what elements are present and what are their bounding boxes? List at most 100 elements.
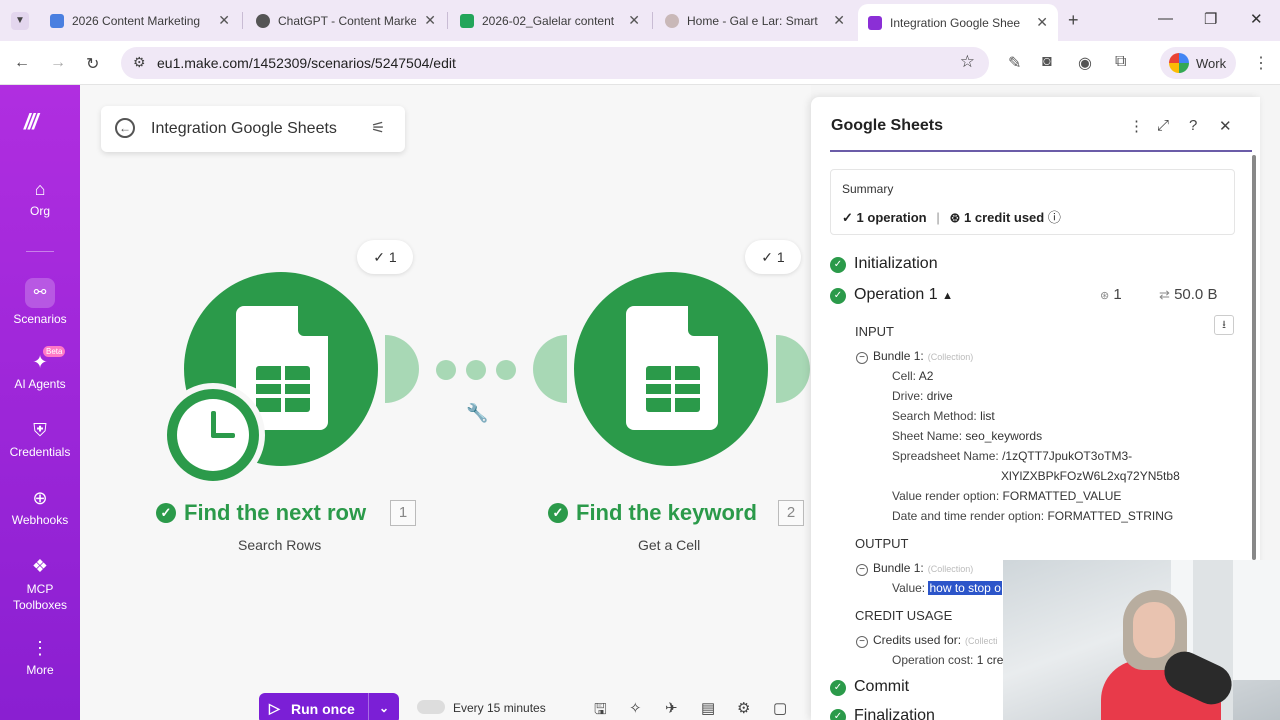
step-operation[interactable]: ✓ Operation 1 ▲ (830, 286, 953, 304)
make-logo-icon[interactable]: /// (24, 109, 38, 135)
profile-label: Work (1196, 55, 1227, 71)
gear-icon[interactable]: ⚙ (737, 699, 750, 717)
tab-search-icon[interactable]: ▼ (11, 12, 29, 30)
sidebar-item-more[interactable]: ⋮ More (0, 638, 80, 677)
bookmark-star-icon[interactable]: ☆ (960, 52, 975, 72)
browser-tab[interactable]: Home - Gal e Lar: Smart ✕ (655, 8, 855, 33)
credits-used-for[interactable]: − Credits used for: (Collecti (856, 633, 998, 648)
module-connector-left[interactable] (533, 335, 567, 403)
back-circle-icon[interactable]: ← (115, 118, 135, 138)
module-ops-badge[interactable]: ✓ 1 (357, 240, 413, 274)
download-icon[interactable]: ⭳ (1214, 315, 1234, 335)
success-check-icon: ✓ (830, 680, 846, 696)
step-initialization[interactable]: ✓ Initialization (830, 255, 938, 273)
success-check-icon: ✓ (156, 503, 176, 523)
step-commit[interactable]: ✓ Commit (830, 678, 909, 696)
beta-badge: Beta (43, 346, 66, 357)
summary-values: ✓ 1 operation | ⊛ 1 credit used ⓘ (842, 210, 1061, 225)
tab-close-icon[interactable]: ✕ (1036, 14, 1048, 31)
new-tab-icon[interactable]: + (1068, 10, 1079, 31)
route-dot[interactable] (436, 360, 456, 380)
forward-arrow-icon[interactable]: → (50, 54, 66, 72)
minimize-icon[interactable]: — (1158, 10, 1173, 27)
success-check-icon: ✓ (830, 709, 846, 720)
browser-tab[interactable]: ChatGPT - Content Marke ✕ (246, 8, 446, 33)
toggle-switch[interactable] (417, 700, 445, 714)
scenario-canvas[interactable]: ← Integration Google Sheets ⚟ ✓ 1 ✓ Find … (80, 85, 811, 720)
sidebar-item-credentials[interactable]: ⛨ Credentials (0, 420, 80, 459)
sidebar-item-webhooks[interactable]: ⊕ Webhooks (0, 488, 80, 527)
collapse-icon[interactable]: − (856, 352, 868, 364)
schedule-toggle[interactable]: Every 15 minutes (417, 700, 546, 715)
check-icon: ✓ (761, 249, 774, 265)
extensions-puzzle-icon[interactable]: ⧉ (1115, 53, 1126, 71)
sheets-favicon-icon (460, 13, 474, 28)
settings-sliders-icon[interactable]: ⚟ (371, 118, 385, 138)
tab-close-icon[interactable]: ✕ (833, 12, 845, 29)
input-bundle[interactable]: − Bundle 1: (Collection) (856, 349, 973, 364)
tab-separator (242, 12, 243, 29)
transfer-arrows-icon: ⇄ (1159, 287, 1170, 302)
module-name[interactable]: ✓ Find the keyword (548, 500, 757, 526)
tab-close-icon[interactable]: ✕ (424, 12, 436, 29)
module-connector-right[interactable] (776, 335, 810, 403)
window-close-icon[interactable]: ✕ (1250, 10, 1263, 28)
webcam-overlay (1003, 560, 1280, 720)
browser-tab[interactable]: 2026-02_Galelar content ✕ (450, 8, 650, 33)
panel-scrollbar[interactable] (1252, 155, 1256, 560)
route-dot[interactable] (466, 360, 486, 380)
camera-icon[interactable]: ◙ (1042, 53, 1052, 71)
summary-box: Summary ✓ 1 operation | ⊛ 1 credit used … (830, 169, 1235, 235)
output-bundle[interactable]: − Bundle 1: (Collection) (856, 561, 973, 576)
module-connector-right[interactable] (385, 335, 419, 403)
google-sheets-module[interactable] (574, 272, 768, 466)
restore-icon[interactable]: ❐ (1204, 10, 1217, 28)
profile-button[interactable]: Work (1160, 47, 1236, 79)
address-bar[interactable]: ⚙ eu1.make.com/1452309/scenarios/5247504… (121, 47, 989, 79)
chevron-down-icon[interactable]: ⌄ (368, 693, 399, 720)
browser-menu-icon[interactable]: ⋮ (1253, 53, 1269, 73)
input-field: Spreadsheet Name: /1zQTT7JpukOT3oTM3- (892, 449, 1133, 463)
tab-close-icon[interactable]: ✕ (218, 12, 230, 29)
help-icon[interactable]: ? (1189, 117, 1197, 134)
scenario-title[interactable]: Integration Google Sheets (151, 120, 337, 138)
expand-icon[interactable]: ⤢ (1157, 117, 1169, 134)
url-text[interactable]: eu1.make.com/1452309/scenarios/5247504/e… (157, 55, 456, 71)
summary-title: Summary (842, 182, 894, 196)
browser-tab-strip: ▼ 2026 Content Marketing ✕ ChatGPT - Con… (0, 0, 1280, 41)
info-icon[interactable]: ⓘ (1048, 210, 1061, 225)
magic-wand-icon[interactable]: ✧ (629, 699, 642, 717)
module-ops-badge[interactable]: ✓ 1 (745, 240, 801, 274)
wrench-icon[interactable]: 🔧 (466, 403, 488, 424)
more-vertical-icon[interactable]: ⋮ (1129, 117, 1144, 135)
browser-tab-active[interactable]: Integration Google Shee ✕ (858, 4, 1058, 41)
table-icon[interactable]: ▤ (701, 699, 715, 717)
sidebar-item-ai-agents[interactable]: ✦ Beta AI Agents (0, 346, 80, 391)
notes-icon[interactable]: ▢ (773, 699, 787, 717)
save-icon[interactable]: 🖫 (594, 699, 607, 720)
input-field-continued: XlYlZXBPkFOzW6L2xq72YN5tb8 (1001, 469, 1180, 483)
collapse-icon[interactable]: − (856, 564, 868, 576)
tab-close-icon[interactable]: ✕ (628, 12, 640, 29)
caret-up-icon[interactable]: ▲ (942, 290, 953, 302)
chatgpt-favicon-icon (256, 13, 270, 28)
back-arrow-icon[interactable]: ← (14, 54, 30, 72)
collapse-icon[interactable]: − (856, 636, 868, 648)
close-icon[interactable]: ✕ (1219, 117, 1232, 135)
run-once-button[interactable]: ▷ Run once ⌄ (259, 693, 399, 720)
site-info-icon[interactable]: ⚙ (133, 54, 146, 71)
route-dot[interactable] (496, 360, 516, 380)
schedule-clock-icon[interactable] (161, 383, 265, 487)
reload-icon[interactable]: ↻ (86, 54, 99, 74)
sparkle-icon: ✦ (32, 352, 48, 372)
output-field[interactable]: Value: how to stop o (892, 581, 1002, 595)
sidebar-item-org[interactable]: ⌂ Org (0, 179, 80, 218)
pen-icon[interactable]: ✎ (1008, 53, 1021, 73)
extension-badge-icon[interactable]: ◉ (1078, 53, 1092, 73)
step-finalization[interactable]: ✓ Finalization (830, 707, 935, 720)
browser-tab[interactable]: 2026 Content Marketing ✕ (40, 8, 240, 33)
airplane-icon[interactable]: ✈ (665, 699, 678, 717)
sidebar-item-scenarios[interactable]: ⚯ Scenarios (0, 278, 80, 326)
module-name[interactable]: ✓ Find the next row (156, 500, 366, 526)
sidebar-item-mcp-toolboxes[interactable]: ❖ MCP Toolboxes (0, 556, 80, 613)
